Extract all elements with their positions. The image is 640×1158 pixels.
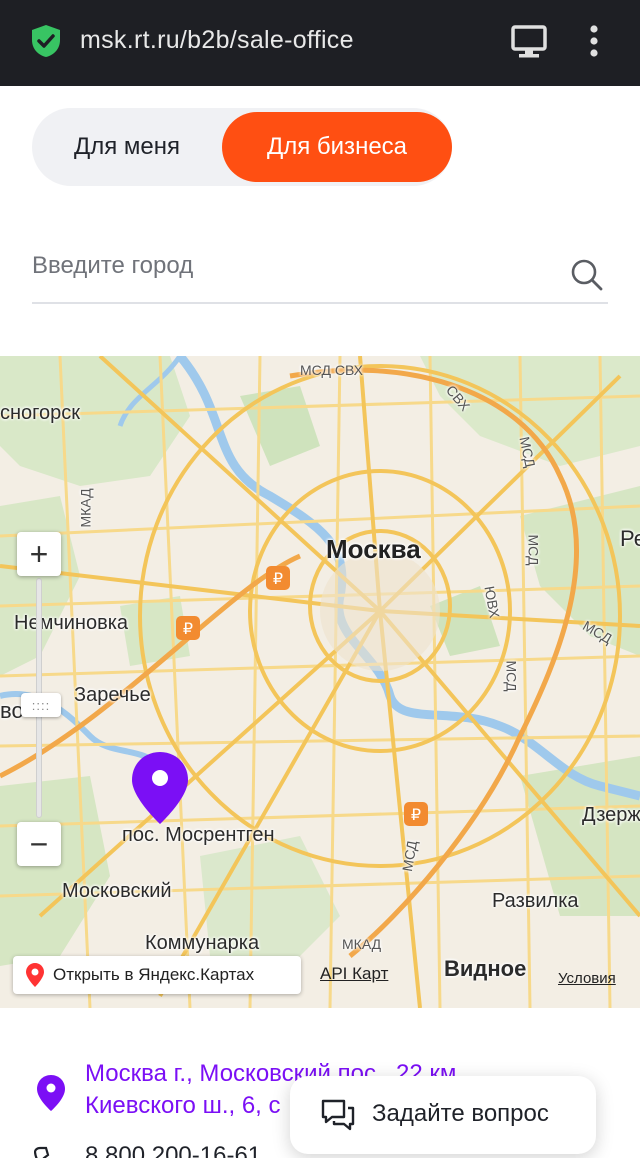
map-label-edge-re: Ре	[620, 526, 640, 551]
map-label-nemchinovka: Немчиновка	[14, 612, 129, 634]
shield-check-icon	[32, 25, 60, 57]
browser-address-bar: msk.rt.ru/b2b/sale-office	[0, 0, 640, 86]
svg-text:₽: ₽	[411, 805, 421, 824]
zoom-in-button[interactable]: +	[17, 532, 61, 576]
map-label-krasnogorsk: сногорск	[0, 402, 81, 424]
map-label-zarechye: Заречье	[74, 684, 151, 706]
open-in-yandex-maps-label: Открыть в Яндекс.Картах	[53, 965, 255, 984]
road-label-msd-small: МСД	[503, 660, 520, 692]
office-phone[interactable]: 8 800 200-16-61	[85, 1142, 261, 1158]
tab-for-business[interactable]: Для бизнеса	[222, 112, 452, 182]
open-in-yandex-maps-button[interactable]: Открыть в Яндекс.Картах	[13, 956, 301, 994]
map-label-kommunarka: Коммунарка	[145, 932, 260, 954]
city-search-input[interactable]	[32, 244, 552, 288]
page: msk.rt.ru/b2b/sale-office Для меня Для б…	[0, 0, 640, 1158]
svg-text:₽: ₽	[183, 619, 193, 638]
map-label-dzerzh: Дзерж	[582, 804, 640, 826]
road-label-mkad-left: МКАД	[77, 488, 94, 528]
desktop-site-icon[interactable]	[510, 24, 548, 60]
map-label-razvilka: Развилка	[492, 890, 579, 912]
more-options-icon[interactable]	[586, 24, 602, 60]
plus-icon: +	[29, 536, 49, 572]
chat-bubbles-icon	[321, 1099, 355, 1131]
ruble-marker-icon[interactable]: ₽	[176, 616, 200, 640]
zoom-out-button[interactable]: −	[17, 822, 61, 866]
road-label-mkad-bottom: МКАД	[342, 936, 382, 952]
zoom-slider-handle[interactable]: ::::	[21, 693, 61, 717]
city-search	[32, 236, 608, 304]
ruble-marker-icon[interactable]: ₽	[404, 802, 428, 826]
road-label-msd-svh: МСД СВХ	[300, 362, 364, 378]
svg-text:₽: ₽	[273, 569, 283, 588]
api-maps-link[interactable]: API Карт	[320, 964, 388, 984]
phone-icon	[34, 1146, 50, 1158]
ask-question-label: Задайте вопрос	[372, 1100, 549, 1127]
terms-link[interactable]: Условия	[558, 970, 616, 987]
search-icon[interactable]	[570, 258, 604, 292]
map-label-moskva: Москва	[326, 534, 421, 564]
road-label-msd-right-2: МСД	[525, 534, 542, 566]
ruble-marker-icon[interactable]: ₽	[266, 566, 290, 590]
map-pin-icon	[26, 963, 44, 987]
map-label-moskovsky: Московский	[62, 880, 172, 902]
map-label-vidnoe: Видное	[444, 956, 527, 981]
tab-for-me[interactable]: Для меня	[32, 108, 222, 186]
minus-icon: −	[29, 826, 49, 862]
office-location-pin-icon[interactable]	[130, 750, 190, 826]
office-map[interactable]: сногорск Москва Немчиновка Заречье пос. …	[0, 356, 640, 1008]
ask-question-chat-button[interactable]: Задайте вопрос	[290, 1076, 596, 1154]
location-pin-icon	[37, 1075, 65, 1111]
url-text[interactable]: msk.rt.ru/b2b/sale-office	[80, 26, 354, 55]
audience-toggle: Для меня Для бизнеса	[32, 108, 452, 186]
map-label-mosrentgen: пос. Мосрентген	[122, 824, 275, 846]
